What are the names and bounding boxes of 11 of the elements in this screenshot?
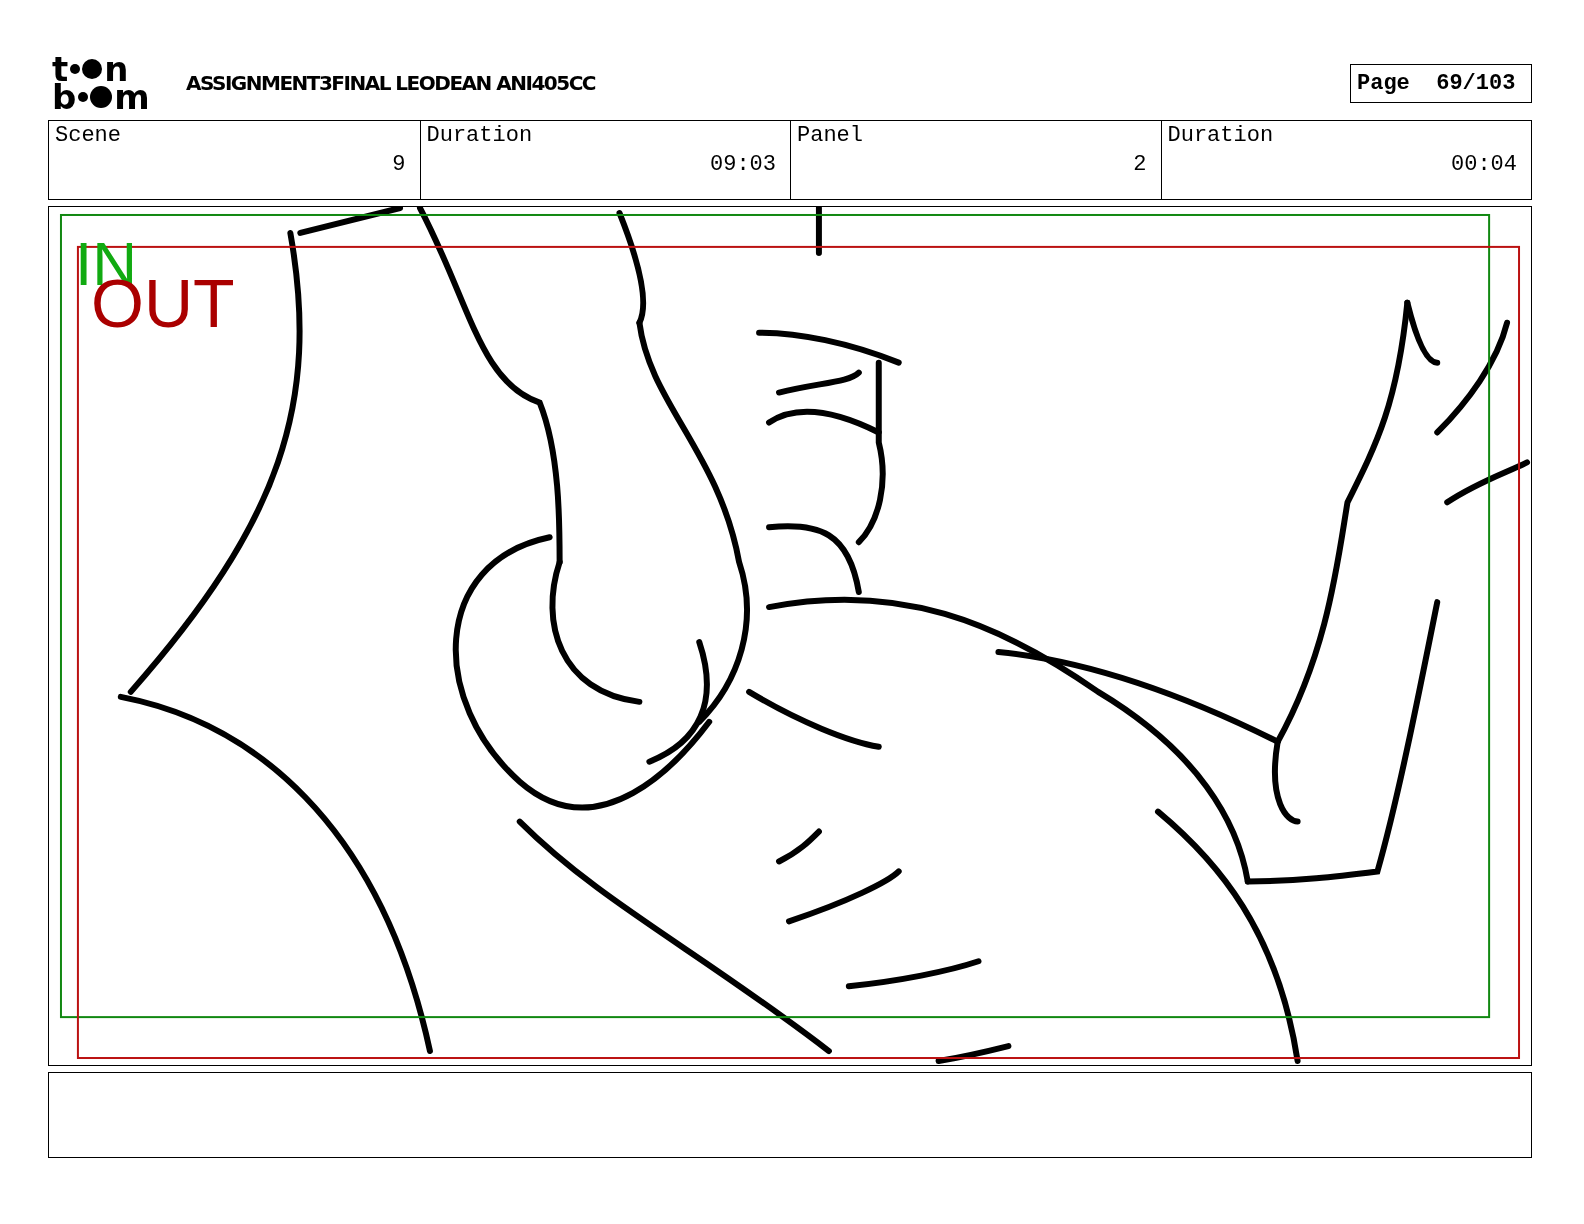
- field-value: 2: [1133, 152, 1147, 177]
- field-label: Panel: [797, 123, 864, 148]
- field-value: 00:04: [1451, 152, 1517, 177]
- field-label: Duration: [1167, 123, 1275, 148]
- logo: t n b m: [52, 55, 151, 111]
- document-title: ASSIGNMENT3FINAL LEODEAN ANI405CC: [186, 71, 597, 95]
- field-label: Duration: [426, 123, 534, 148]
- field-value: 09:03: [710, 152, 776, 177]
- field-value: 9: [392, 152, 406, 177]
- field-label: Scene: [55, 123, 122, 148]
- page-counter: Page 69/103: [1350, 63, 1532, 103]
